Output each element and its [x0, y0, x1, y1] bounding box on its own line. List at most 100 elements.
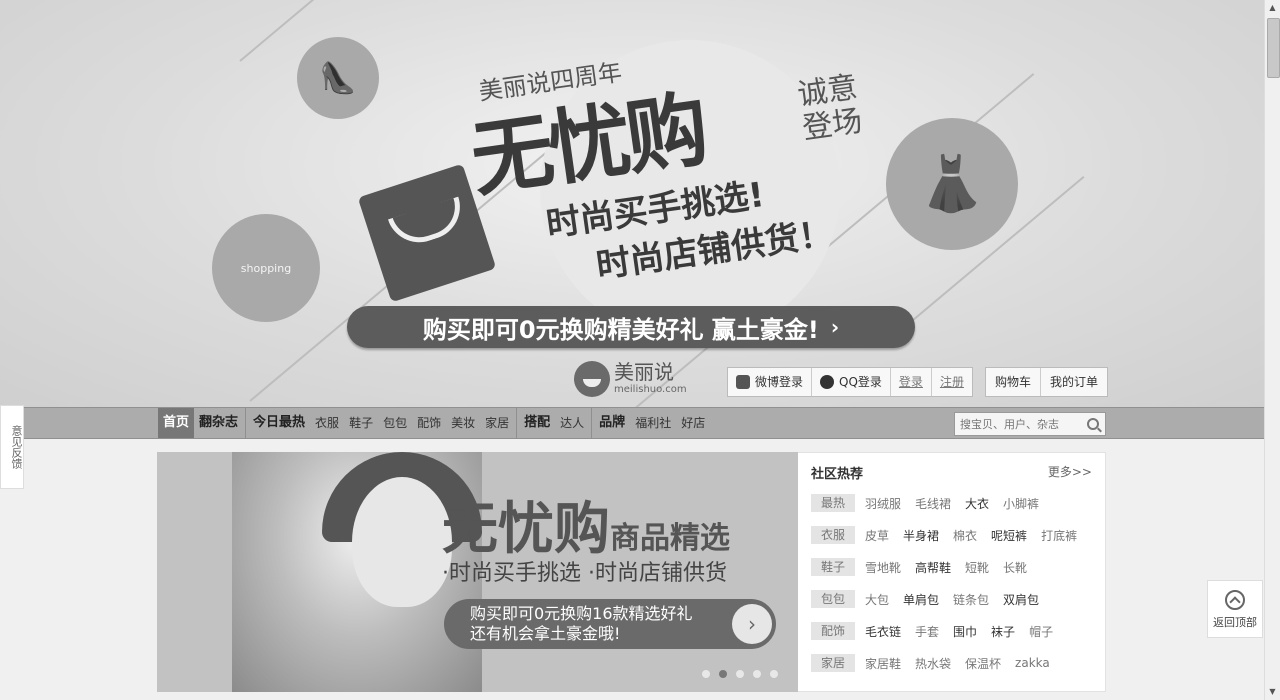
nav-divider — [516, 408, 518, 438]
high-heel-icon: 👠 — [297, 37, 379, 119]
more-link[interactable]: 更多>> — [1048, 463, 1092, 480]
hot-keyword[interactable]: 袜子 — [991, 623, 1015, 640]
shopping-bag-label: shopping — [240, 261, 292, 275]
nav-item-experts[interactable]: 达人 — [555, 408, 589, 438]
nav-item-clothes[interactable]: 衣服 — [310, 408, 344, 438]
hot-keyword[interactable]: 皮草 — [865, 527, 889, 544]
main-nav: 首页 翻杂志 今日最热 衣服 鞋子 包包 配饰 美妆 家居 搭配 达人 品牌 福… — [158, 408, 710, 438]
chevron-right-icon: › — [732, 604, 772, 644]
feedback-tab[interactable]: 意见反馈 — [0, 405, 24, 489]
register-link[interactable]: 注册 — [932, 368, 972, 396]
dress-icon: 👗 — [886, 118, 1018, 250]
nav-item-home-goods[interactable]: 家居 — [480, 408, 514, 438]
hot-keyword[interactable]: 毛衣链 — [865, 623, 901, 640]
nav-item-shoes[interactable]: 鞋子 — [344, 408, 378, 438]
arrow-up-icon — [1225, 590, 1245, 610]
hot-keyword[interactable]: 毛线裙 — [915, 495, 951, 512]
carousel-title-suffix: 商品精选 — [610, 521, 730, 556]
carousel-title: 无忧购商品精选 — [442, 484, 730, 565]
hot-row-accessories: 配饰 毛衣链 手套 围巾 袜子 帽子 — [811, 621, 1067, 641]
qq-login-button[interactable]: QQ登录 — [812, 368, 891, 396]
cart-bar: 购物车 我的订单 — [985, 367, 1109, 397]
model-face — [352, 477, 452, 607]
hot-keyword[interactable]: 热水袋 — [915, 655, 951, 672]
hot-row-tag: 最热 — [811, 494, 855, 512]
hot-keyword[interactable]: 短靴 — [965, 559, 989, 576]
hot-keyword[interactable]: 大衣 — [965, 495, 989, 512]
scrollbar-thumb[interactable] — [1267, 18, 1280, 78]
nav-divider — [245, 408, 247, 438]
my-orders-link[interactable]: 我的订单 — [1041, 368, 1107, 396]
hot-row-tag: 配饰 — [811, 622, 855, 640]
hot-keyword[interactable]: zakka — [1015, 656, 1050, 670]
nav-item-outfits[interactable]: 搭配 — [519, 408, 555, 438]
scroll-up-icon[interactable]: ▲ — [1265, 0, 1280, 16]
back-to-top-label: 返回顶部 — [1213, 616, 1257, 629]
hot-row-tag: 鞋子 — [811, 558, 855, 576]
hot-keyword[interactable]: 羽绒服 — [865, 495, 901, 512]
carousel-dot[interactable] — [770, 670, 778, 678]
carousel-dot[interactable] — [702, 670, 710, 678]
hot-keyword[interactable]: 高帮鞋 — [915, 559, 951, 576]
nav-item-bags[interactable]: 包包 — [378, 408, 412, 438]
carousel-dot[interactable] — [753, 670, 761, 678]
banner-cta-button[interactable]: 购买即可0元换购精美好礼 赢土豪金! › — [347, 306, 915, 348]
carousel-dot-active[interactable] — [719, 670, 727, 678]
nav-item-hot-today[interactable]: 今日最热 — [248, 408, 310, 438]
register-label: 注册 — [939, 375, 964, 389]
hot-keyword[interactable]: 大包 — [865, 591, 889, 608]
back-to-top-button[interactable]: 返回顶部 — [1207, 580, 1263, 638]
nav-item-beauty[interactable]: 美妆 — [446, 408, 480, 438]
community-hot-panel: 社区热荐 更多>> 最热 羽绒服 毛线裙 大衣 小脚裤 衣服 皮草 半身裙 棉衣… — [798, 452, 1106, 692]
nav-item-welfare[interactable]: 福利社 — [630, 408, 676, 438]
hot-keyword[interactable]: 雪地靴 — [865, 559, 901, 576]
cart-link[interactable]: 购物车 — [986, 368, 1042, 396]
hot-keyword[interactable]: 打底裤 — [1041, 527, 1077, 544]
hot-keyword[interactable]: 链条包 — [953, 591, 989, 608]
hot-keyword[interactable]: 长靴 — [1003, 559, 1027, 576]
logo-domain: meilishuo.com — [614, 384, 687, 395]
hot-keyword[interactable]: 小脚裤 — [1003, 495, 1039, 512]
hot-keyword[interactable]: 围巾 — [953, 623, 977, 640]
scroll-down-icon[interactable]: ▼ — [1265, 684, 1280, 700]
hot-keyword[interactable]: 保温杯 — [965, 655, 1001, 672]
carousel-title-main: 无忧购 — [442, 497, 610, 562]
site-logo[interactable]: 美丽说 meilishuo.com — [574, 361, 687, 397]
hot-keyword[interactable]: 手套 — [915, 623, 939, 640]
nav-item-accessories[interactable]: 配饰 — [412, 408, 446, 438]
nav-item-home[interactable]: 首页 — [158, 408, 195, 438]
chevron-right-icon: › — [830, 315, 840, 339]
shopping-bag-icon: shopping — [212, 214, 320, 322]
search-input[interactable] — [955, 414, 1085, 435]
hot-keyword[interactable]: 帽子 — [1029, 623, 1053, 640]
search-icon[interactable] — [1087, 418, 1099, 430]
community-hot-title: 社区热荐 — [811, 467, 864, 482]
hot-keyword[interactable]: 棉衣 — [953, 527, 977, 544]
main-nav-bar: 首页 翻杂志 今日最热 衣服 鞋子 包包 配饰 美妆 家居 搭配 达人 品牌 福… — [0, 407, 1264, 439]
page-scrollbar[interactable]: ▲ ▼ — [1264, 0, 1280, 700]
carousel-cta-line-1: 购买即可0元换购16款精选好礼 — [470, 604, 693, 623]
weibo-login-button[interactable]: 微博登录 — [728, 368, 813, 396]
hot-row-tag: 包包 — [811, 590, 855, 608]
hot-row-clothes: 衣服 皮草 半身裙 棉衣 呢短裤 打底裤 — [811, 525, 1091, 545]
hot-keyword[interactable]: 呢短裤 — [991, 527, 1027, 544]
hot-keyword[interactable]: 半身裙 — [903, 527, 939, 544]
login-link[interactable]: 登录 — [891, 368, 932, 396]
hot-row-bags: 包包 大包 单肩包 链条包 双肩包 — [811, 589, 1053, 609]
hot-row-trending: 最热 羽绒服 毛线裙 大衣 小脚裤 — [811, 493, 1053, 513]
carousel-dots — [702, 670, 787, 678]
weibo-login-label: 微博登录 — [755, 375, 804, 389]
hot-keyword[interactable]: 家居鞋 — [865, 655, 901, 672]
hot-keyword[interactable]: 单肩包 — [903, 591, 939, 608]
qq-login-label: QQ登录 — [839, 375, 882, 389]
banner-stripe — [239, 0, 563, 62]
carousel-cta-button[interactable]: 购买即可0元换购16款精选好礼 还有机会拿土豪金哦! › — [444, 599, 776, 649]
hot-row-shoes: 鞋子 雪地靴 高帮鞋 短靴 长靴 — [811, 557, 1041, 577]
nav-item-good-shops[interactable]: 好店 — [676, 408, 710, 438]
hot-keyword[interactable]: 双肩包 — [1003, 591, 1039, 608]
nav-item-magazine[interactable]: 翻杂志 — [194, 408, 243, 438]
nav-item-brands[interactable]: 品牌 — [594, 408, 630, 438]
carousel-dot[interactable] — [736, 670, 744, 678]
promo-carousel[interactable]: 无忧购商品精选 ·时尚买手挑选 ·时尚店铺供货 购买即可0元换购16款精选好礼 … — [157, 452, 798, 692]
carousel-cta-line-2: 还有机会拿土豪金哦! — [470, 624, 621, 643]
